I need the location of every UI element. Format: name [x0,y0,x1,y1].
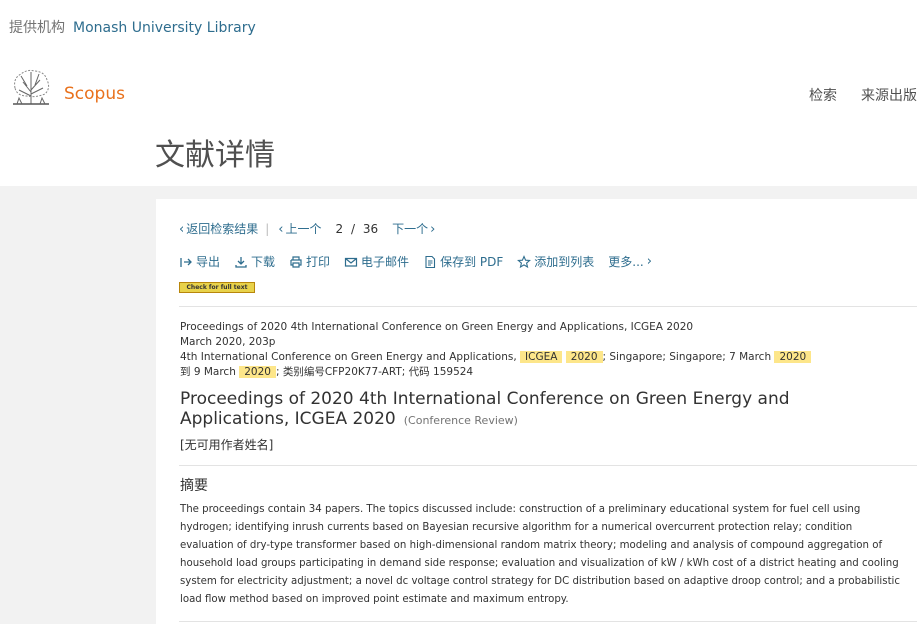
pdf-icon [425,255,436,268]
highlight: 2020 [565,351,603,363]
institution-link[interactable]: Monash University Library [73,20,256,36]
abstract-text: The proceedings contain 34 papers. The t… [180,504,900,605]
page-indicator: 2 / 36 [335,221,379,236]
email-button[interactable]: 电子邮件 [344,253,409,270]
highlight: 2020 [239,366,276,378]
chevron-right-icon: › [430,222,436,237]
export-button[interactable]: 导出 [179,253,220,270]
divider: | [265,221,270,236]
add-to-list-button[interactable]: 添加到列表 [517,253,594,270]
document-panel: ‹ 返回检索结果 | ‹ 上一个 2 / 36 下一个 › 导出 下载 打印 电子邮件… [156,199,917,624]
header: 提供机构 Monash University Library Scopus 检索 … [0,0,917,186]
star-icon [517,254,532,268]
document-navigation: ‹ 返回检索结果 | ‹ 上一个 2 / 36 下一个 › [179,220,437,238]
source-info: Proceedings of 2020 4th International Co… [180,320,812,380]
highlight: 2020 [774,351,812,363]
download-button[interactable]: 下载 [234,253,275,270]
elsevier-tree-logo[interactable] [9,68,53,106]
back-to-results-link[interactable]: ‹ 返回检索结果 [179,220,258,237]
check-full-text-button[interactable]: Check for full text [179,282,255,293]
print-button[interactable]: 打印 [289,253,330,270]
page-title: 文献详情 [155,138,275,173]
highlight: ICGEA [520,351,563,363]
divider [179,465,917,466]
divider [179,306,917,307]
institution-banner: 提供机构 Monash University Library [9,17,256,37]
source-date: March 2020, 203p [180,336,276,348]
document-type: (Conference Review) [403,414,518,427]
download-icon [235,256,247,268]
conference-info: 4th International Conference on Green En… [180,350,812,365]
save-pdf-button[interactable]: 保存到 PDF [423,253,503,270]
chevron-right-icon: › [646,254,652,269]
nav-sources[interactable]: 来源出版 [861,85,917,105]
scopus-brand[interactable]: Scopus [64,84,125,104]
more-button[interactable]: 更多... › [608,253,654,270]
action-toolbar: 导出 下载 打印 电子邮件 保存到 PDF 添加到列表 更多... › [179,253,668,270]
chevron-left-icon: ‹ [179,222,185,237]
provided-by-label: 提供机构 [9,20,65,36]
conference-dates: 到 9 March 2020; 类别编号CFP20K77-ART; 代码 159… [180,366,474,378]
abstract-heading: 摘要 [180,478,208,494]
next-link[interactable]: 下一个 › [392,220,437,237]
email-icon [344,257,358,267]
nav-search[interactable]: 检索 [809,85,837,105]
previous-link[interactable]: ‹ 上一个 [278,220,321,237]
print-icon [290,255,302,268]
document-title: Proceedings of 2020 4th International Co… [180,389,790,429]
export-icon [180,257,192,267]
chevron-left-icon: ‹ [278,222,284,237]
authors: [无可用作者姓名] [180,438,274,452]
source-title[interactable]: Proceedings of 2020 4th International Co… [180,320,811,335]
divider [179,621,917,622]
